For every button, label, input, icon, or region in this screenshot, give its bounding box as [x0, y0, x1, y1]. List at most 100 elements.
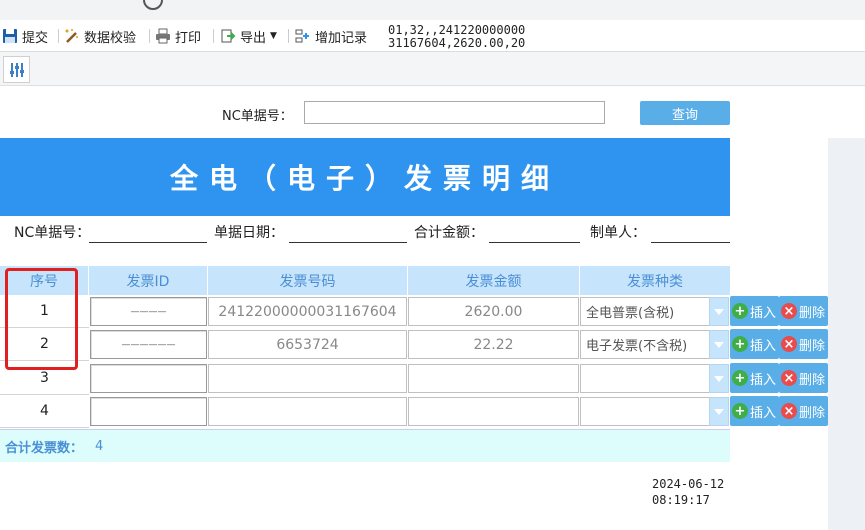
row-4-invoice-id-input[interactable]: [90, 397, 207, 426]
creator-label: 制单人：: [590, 225, 646, 241]
row-3-invoice-amount-input[interactable]: [408, 364, 579, 393]
row-2-invoice-amount-input[interactable]: 22.22: [408, 330, 579, 359]
row-2-invoice-id-input[interactable]: ——————: [90, 330, 207, 359]
toolbar-separator: [288, 29, 289, 43]
chevron-down-icon: [714, 375, 724, 382]
browser-address-bar: [0, 0, 865, 20]
highlight-annotation: [5, 268, 78, 370]
magic-wand-icon: [65, 29, 78, 43]
row-4-delete-button[interactable]: × 删除: [779, 396, 828, 426]
delete-label: 删除: [799, 372, 826, 388]
toolbar: 提交 数据校验 打印 导出 ▼ 增加记录 01,32,,241220000000…: [0, 20, 865, 52]
total-amount-value: [489, 242, 580, 243]
parameter-toggle-button[interactable]: [3, 56, 30, 83]
toolbar-note-line-2: 31167604,2620.00,20: [388, 36, 526, 50]
add-record-button[interactable]: 增加记录: [295, 25, 367, 47]
invoice-count-value: 4: [95, 438, 104, 454]
chevron-down-icon: ▼: [270, 31, 277, 41]
row-2-invoice-number-input[interactable]: 6653724: [208, 330, 407, 359]
plus-icon: +: [732, 303, 748, 319]
row-4-insert-button[interactable]: + 插入: [730, 396, 779, 426]
close-icon: ×: [781, 403, 797, 419]
report-title: 全电（电子）发票明细: [0, 138, 730, 216]
insert-label: 插入: [750, 405, 777, 421]
total-amount-label: 合计金额：: [414, 225, 484, 241]
close-icon: ×: [781, 370, 797, 386]
insert-label: 插入: [750, 372, 777, 388]
row-4-invoice-amount-input[interactable]: [408, 397, 579, 426]
plus-icon: +: [732, 403, 748, 419]
query-button[interactable]: 查询: [640, 101, 730, 125]
row-3-type-dropdown[interactable]: [709, 364, 729, 393]
add-row-icon: [295, 29, 309, 43]
document-date-label: 单据日期：: [214, 225, 284, 241]
nc-number-value: [89, 242, 207, 243]
delete-label: 删除: [799, 405, 826, 421]
timestamp-time: 08:19:17: [652, 493, 710, 507]
row-2-delete-button[interactable]: × 删除: [779, 329, 828, 359]
save-icon: [3, 29, 17, 43]
row-2-type-dropdown[interactable]: [709, 330, 729, 359]
row-1-delete-button[interactable]: × 删除: [779, 296, 828, 326]
delete-label: 删除: [799, 305, 826, 321]
creator-value: [651, 242, 730, 243]
header-invoice-type: 发票种类: [580, 266, 730, 295]
row-1-invoice-id-input[interactable]: ————: [90, 297, 207, 326]
row-1-invoice-type-select[interactable]: 全电普票(含税): [580, 297, 710, 326]
nc-number-query-label: NC单据号：: [222, 109, 293, 124]
close-icon: ×: [781, 336, 797, 352]
delete-label: 删除: [799, 338, 826, 354]
toolbar-separator: [149, 29, 150, 43]
row-4-seq: 4: [0, 395, 89, 428]
nc-number-label: NC单据号：: [14, 225, 91, 241]
toolbar-separator: [213, 29, 214, 43]
export-label: 导出: [240, 30, 267, 46]
row-1-invoice-amount-input[interactable]: 2620.00: [408, 297, 579, 326]
nc-number-query-input[interactable]: [304, 101, 605, 124]
row-4-type-dropdown[interactable]: [709, 397, 729, 426]
submit-label: 提交: [22, 30, 49, 46]
row-1-insert-button[interactable]: + 插入: [730, 296, 779, 326]
chevron-down-icon: [714, 341, 724, 348]
export-icon: [221, 29, 236, 43]
timestamp-date: 2024-06-12: [652, 477, 725, 491]
toolbar-separator: [58, 29, 59, 43]
row-2-invoice-type-select[interactable]: 电子发票(不含税): [580, 330, 710, 359]
row-3-invoice-id-input[interactable]: [90, 364, 207, 393]
add-record-label: 增加记录: [315, 30, 368, 46]
header-invoice-number: 发票号码: [208, 266, 408, 295]
insert-label: 插入: [750, 305, 777, 321]
right-scroll-gutter: [828, 138, 865, 530]
row-1-type-dropdown[interactable]: [709, 297, 729, 326]
plus-icon: +: [732, 336, 748, 352]
close-icon: ×: [781, 303, 797, 319]
row-3-insert-button[interactable]: + 插入: [730, 363, 779, 393]
header-invoice-amount: 发票金额: [408, 266, 580, 295]
chevron-down-icon: [714, 308, 724, 315]
row-3-invoice-type-select[interactable]: [580, 364, 710, 393]
invoice-count-label: 合计发票数：: [5, 440, 84, 456]
row-2-insert-button[interactable]: + 插入: [730, 329, 779, 359]
submit-button[interactable]: 提交: [2, 25, 48, 47]
row-4-invoice-number-input[interactable]: [208, 397, 407, 426]
print-button[interactable]: 打印: [155, 25, 201, 47]
validate-label: 数据校验: [84, 30, 137, 46]
validate-button[interactable]: 数据校验: [64, 25, 136, 47]
parameter-bar: [0, 52, 865, 86]
chevron-down-icon: [714, 408, 724, 415]
toolbar-note: 01,32,,241220000000 31167604,2620.00,20: [388, 24, 525, 50]
sliders-icon: [9, 62, 24, 77]
timestamp: 2024-06-12 08:19:17: [652, 476, 724, 508]
header-invoice-id: 发票ID: [89, 266, 208, 295]
print-label: 打印: [175, 30, 202, 46]
row-3-delete-button[interactable]: × 删除: [779, 363, 828, 393]
document-date-value: [289, 242, 407, 243]
row-1-invoice-number-input[interactable]: 24122000000031167604: [208, 297, 407, 326]
export-button[interactable]: 导出 ▼: [220, 25, 277, 47]
row-4-invoice-type-select[interactable]: [580, 397, 710, 426]
row-3-invoice-number-input[interactable]: [208, 364, 407, 393]
insert-label: 插入: [750, 338, 777, 354]
report-info-row: NC单据号： 单据日期： 合计金额： 制单人：: [0, 216, 730, 266]
plus-icon: +: [732, 370, 748, 386]
site-info-icon[interactable]: [143, 0, 163, 10]
